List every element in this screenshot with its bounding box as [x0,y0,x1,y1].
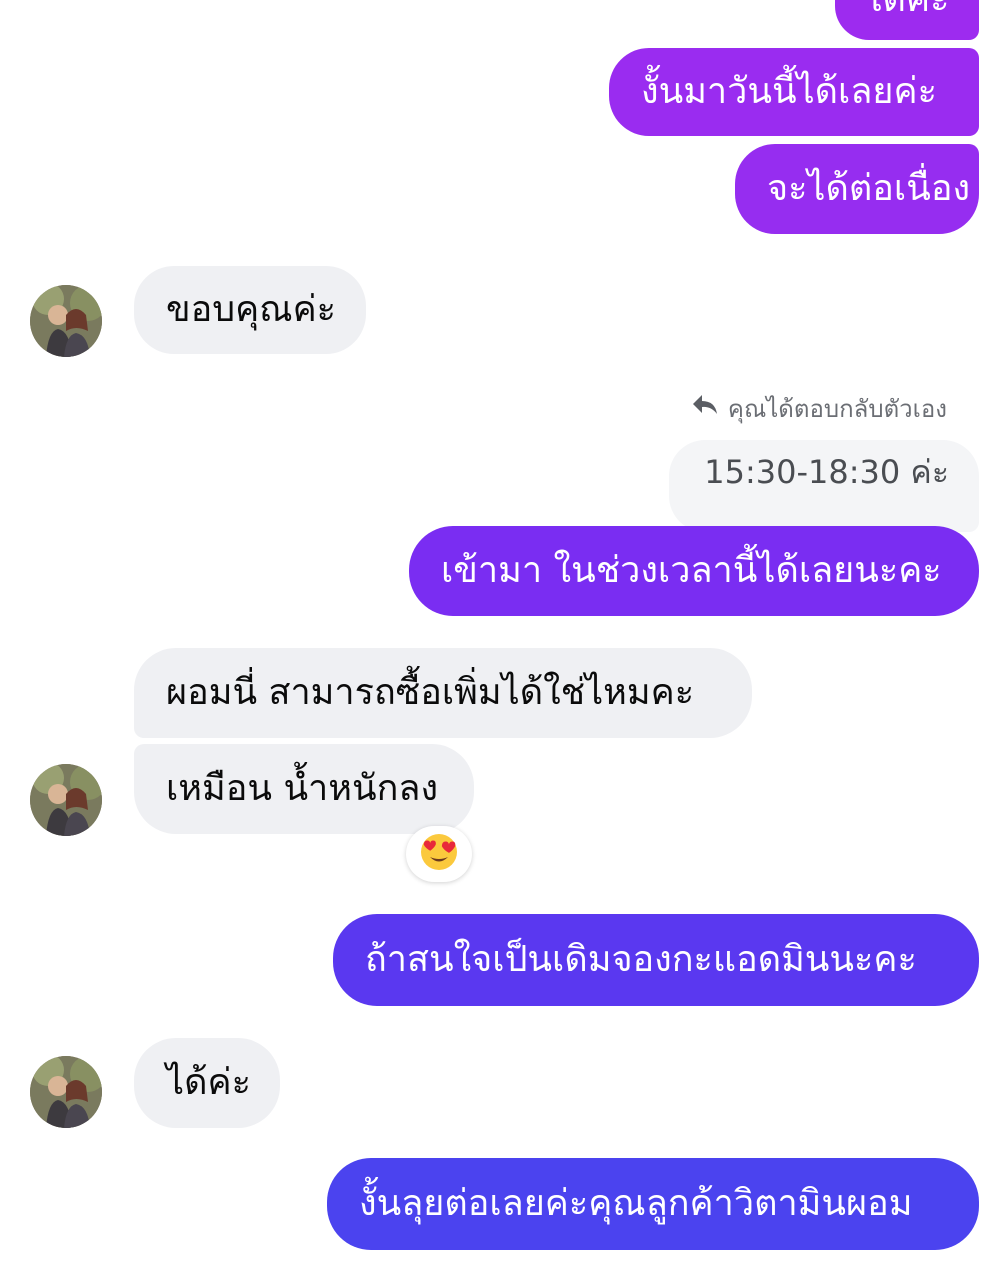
reply-arrow-icon [692,394,718,422]
outgoing-message-bubble[interactable]: งั้นลุยต่อเลยค่ะคุณลูกค้าวิตามินผอม [327,1158,979,1250]
incoming-message-bubble[interactable]: ผอมนี่ สามารถซื้อเพิ่มได้ใช่ไหมคะ [134,648,752,738]
quoted-text: 15:30-18:30 ค่ะ [704,452,949,491]
message-text: เข้ามา ในช่วงเวลานี้ได้เลยนะคะ [441,550,942,591]
incoming-message-bubble[interactable]: ได้ค่ะ [134,1038,280,1128]
incoming-message-bubble[interactable]: เหมือน น้ำหนักลง [134,744,474,834]
message-text: ผอมนี่ สามารถซื้อเพิ่มได้ใช่ไหมคะ [166,672,695,713]
contact-avatar[interactable] [30,1056,102,1128]
message-text: ได้ค่ะ [865,0,950,18]
quoted-message[interactable]: 15:30-18:30 ค่ะ [669,440,979,532]
incoming-message-bubble[interactable]: ขอบคุณค่ะ [134,266,366,354]
contact-avatar[interactable] [30,764,102,836]
outgoing-message-bubble[interactable]: จะได้ต่อเนื่อง [735,144,979,234]
outgoing-message-bubble[interactable]: งั้นมาวันนี้ได้เลยค่ะ [609,48,979,136]
message-reaction[interactable] [406,826,472,882]
contact-avatar[interactable] [30,285,102,357]
message-text: จะได้ต่อเนื่อง [767,168,971,209]
outgoing-message-bubble[interactable]: ได้ค่ะ [835,0,979,40]
message-text: ถ้าสนใจเป็นเดิมจองกะแอดมินนะคะ [365,939,917,980]
message-text: เหมือน น้ำหนักลง [166,768,439,809]
outgoing-message-bubble[interactable]: เข้ามา ในช่วงเวลานี้ได้เลยนะคะ [409,526,979,616]
heart-eyes-emoji-icon [419,832,459,876]
message-text: ขอบคุณค่ะ [166,289,336,330]
reply-indicator: คุณได้ตอบกลับตัวเอง [692,391,947,425]
reply-note-text: คุณได้ตอบกลับตัวเอง [727,394,947,423]
outgoing-message-bubble[interactable]: ถ้าสนใจเป็นเดิมจองกะแอดมินนะคะ [333,914,979,1006]
message-text: ได้ค่ะ [166,1062,251,1103]
message-text: งั้นลุยต่อเลยค่ะคุณลูกค้าวิตามินผอม [359,1183,913,1224]
message-text: งั้นมาวันนี้ได้เลยค่ะ [641,71,937,112]
